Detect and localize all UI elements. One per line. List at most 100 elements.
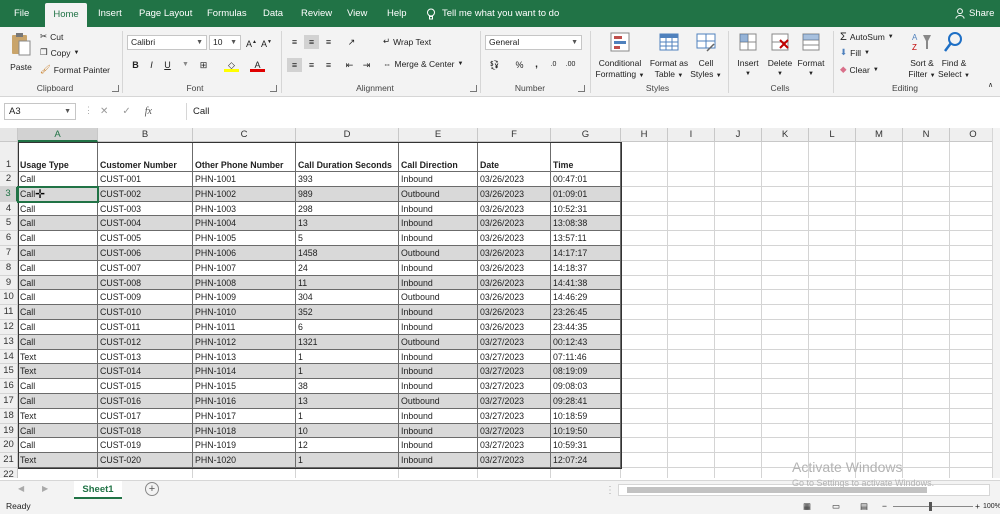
zoom-out-icon[interactable]: − — [882, 499, 887, 514]
empty-cell[interactable] — [856, 364, 903, 380]
empty-cell[interactable] — [621, 349, 668, 365]
empty-cell[interactable] — [668, 423, 715, 439]
row-header-22[interactable]: 22 — [0, 468, 18, 478]
empty-cell[interactable] — [856, 349, 903, 365]
empty-cell[interactable] — [809, 320, 856, 335]
row-header-3[interactable]: 3 — [0, 186, 18, 202]
empty-cell[interactable] — [715, 423, 762, 439]
table-cell[interactable]: CUST-020 — [98, 453, 193, 468]
empty-cell[interactable] — [621, 216, 668, 232]
table-cell[interactable]: Text — [18, 453, 98, 468]
empty-cell[interactable] — [762, 320, 809, 335]
empty-cell[interactable] — [668, 260, 715, 276]
orientation-icon[interactable]: ↗ — [344, 35, 359, 49]
table-cell[interactable]: CUST-018 — [98, 423, 193, 439]
table-cell[interactable]: 11 — [296, 275, 399, 291]
empty-cell[interactable] — [621, 260, 668, 276]
empty-cell[interactable] — [668, 379, 715, 394]
table-header-cell[interactable]: Time — [551, 142, 621, 172]
table-cell[interactable]: Inbound — [399, 201, 478, 217]
empty-cell[interactable] — [809, 423, 856, 439]
empty-cell[interactable] — [668, 349, 715, 365]
table-cell[interactable]: 03/26/2023 — [478, 172, 551, 187]
empty-cell[interactable] — [950, 364, 997, 380]
align-center-icon[interactable]: ≡ — [304, 58, 319, 72]
align-left-icon[interactable]: ≡ — [287, 58, 302, 72]
tab-file[interactable]: File — [14, 0, 29, 27]
table-cell[interactable]: 23:44:35 — [551, 320, 621, 335]
table-cell[interactable]: Call — [18, 438, 98, 454]
table-cell[interactable]: Text — [18, 349, 98, 365]
table-cell[interactable]: Call — [18, 290, 98, 306]
table-cell[interactable]: CUST-001 — [98, 172, 193, 187]
empty-cell[interactable] — [399, 468, 478, 478]
empty-cell[interactable] — [621, 231, 668, 246]
format-cells-button[interactable]: Format ▼ — [796, 31, 826, 80]
table-cell[interactable]: Outbound — [399, 290, 478, 306]
empty-cell[interactable] — [809, 172, 856, 187]
table-cell[interactable]: 03/27/2023 — [478, 438, 551, 454]
empty-cell[interactable] — [856, 394, 903, 409]
table-cell[interactable]: PHN-1015 — [193, 379, 296, 394]
empty-cell[interactable] — [715, 379, 762, 394]
empty-cell[interactable] — [856, 438, 903, 454]
tab-home[interactable]: Home — [45, 3, 87, 27]
cut-button[interactable]: ✂ Cut — [40, 31, 63, 42]
table-cell[interactable]: 38 — [296, 379, 399, 394]
empty-cell[interactable] — [809, 334, 856, 350]
number-format-select[interactable]: General ▼ — [485, 35, 582, 50]
empty-cell[interactable] — [809, 231, 856, 246]
tab-formulas[interactable]: Formulas — [207, 0, 247, 27]
table-cell[interactable]: 00:12:43 — [551, 334, 621, 350]
collapse-ribbon-icon[interactable]: ∧ — [988, 81, 993, 89]
empty-cell[interactable] — [621, 201, 668, 217]
empty-cell[interactable] — [668, 275, 715, 291]
empty-cell[interactable] — [903, 246, 950, 261]
empty-cell[interactable] — [762, 201, 809, 217]
empty-cell[interactable] — [762, 172, 809, 187]
column-header-b[interactable]: B — [98, 128, 193, 142]
table-cell[interactable]: Call — [18, 320, 98, 335]
table-cell[interactable]: CUST-008 — [98, 275, 193, 291]
row-header-9[interactable]: 9 — [0, 275, 18, 291]
table-cell[interactable]: Inbound — [399, 216, 478, 232]
empty-cell[interactable] — [856, 201, 903, 217]
table-cell[interactable]: 03/26/2023 — [478, 290, 551, 306]
table-cell[interactable]: CUST-014 — [98, 364, 193, 380]
column-header-l[interactable]: L — [809, 128, 856, 142]
zoom-level[interactable]: 100% — [983, 499, 1000, 514]
table-cell[interactable]: 1321 — [296, 334, 399, 350]
chevron-down-icon[interactable]: ▼ — [178, 58, 193, 72]
empty-cell[interactable] — [950, 305, 997, 320]
row-header-5[interactable]: 5 — [0, 216, 18, 232]
table-cell[interactable]: PHN-1019 — [193, 438, 296, 454]
empty-cell[interactable] — [950, 290, 997, 306]
table-cell[interactable]: PHN-1007 — [193, 260, 296, 276]
empty-cell[interactable] — [809, 379, 856, 394]
table-cell[interactable]: Inbound — [399, 379, 478, 394]
empty-cell[interactable] — [856, 186, 903, 202]
empty-cell[interactable] — [762, 246, 809, 261]
table-cell[interactable]: 14:46:29 — [551, 290, 621, 306]
empty-cell[interactable] — [296, 468, 399, 478]
table-cell[interactable]: 00:47:01 — [551, 172, 621, 187]
table-cell[interactable]: CUST-012 — [98, 334, 193, 350]
empty-cell[interactable] — [809, 305, 856, 320]
empty-cell[interactable] — [762, 231, 809, 246]
empty-cell[interactable] — [668, 246, 715, 261]
borders-icon[interactable]: ⊞ — [196, 58, 211, 72]
table-cell[interactable]: CUST-002 — [98, 186, 193, 202]
table-header-cell[interactable]: Other Phone Number — [193, 142, 296, 172]
table-cell[interactable]: 13:08:38 — [551, 216, 621, 232]
table-cell[interactable]: PHN-1004 — [193, 216, 296, 232]
table-cell[interactable]: 03/26/2023 — [478, 275, 551, 291]
formula-input[interactable]: Call — [186, 103, 996, 120]
empty-cell[interactable] — [856, 231, 903, 246]
italic-button[interactable]: I — [144, 58, 159, 72]
table-cell[interactable]: Inbound — [399, 408, 478, 424]
add-sheet-button[interactable]: + — [145, 482, 159, 496]
table-cell[interactable]: PHN-1002 — [193, 186, 296, 202]
empty-cell[interactable] — [715, 172, 762, 187]
empty-cell[interactable] — [668, 468, 715, 478]
align-bottom-icon[interactable]: ≡ — [321, 35, 336, 49]
